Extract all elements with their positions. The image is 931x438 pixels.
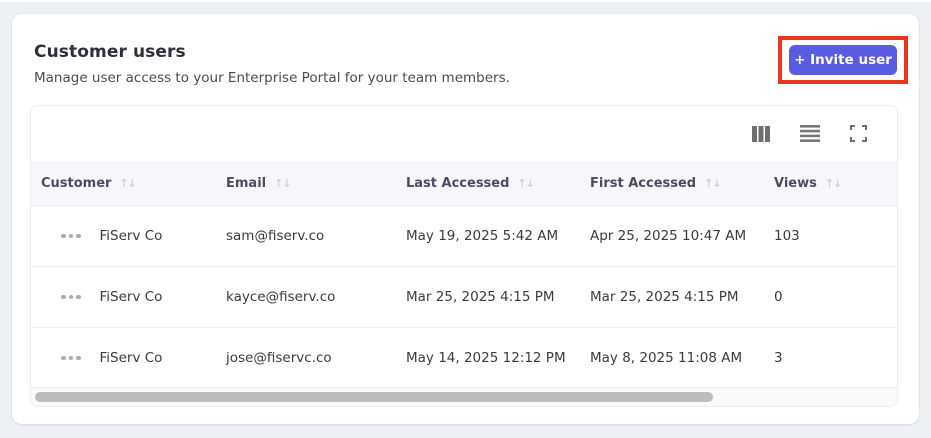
last-accessed-cell: May 19, 2025 5:42 AM — [406, 228, 559, 244]
sort-icon[interactable]: ↑↓ — [274, 177, 291, 190]
density-icon[interactable] — [798, 123, 822, 144]
table-toolbar — [31, 106, 897, 161]
last-accessed-cell: Mar 25, 2025 4:15 PM — [406, 289, 555, 305]
sort-icon[interactable]: ↑↓ — [517, 177, 534, 190]
first-accessed-cell: Mar 25, 2025 4:15 PM — [590, 289, 739, 305]
last-accessed-cell: May 14, 2025 12:12 PM — [406, 350, 566, 366]
table-header-row: Customer ↑↓ Email ↑↓ Last Accessed ↑↓ Fi… — [31, 161, 897, 206]
customer-name: FiServ Co — [99, 289, 163, 305]
email-cell: sam@fiserv.co — [226, 228, 325, 244]
email-cell: kayce@fiserv.co — [226, 289, 336, 305]
columns-icon[interactable] — [750, 124, 772, 144]
row-menu-icon[interactable] — [59, 291, 83, 304]
row-menu-icon[interactable] — [59, 230, 83, 243]
sort-icon[interactable]: ↑↓ — [825, 177, 842, 190]
customer-cell: FiServ Co — [31, 289, 216, 305]
card-header: Customer users Manage user access to you… — [34, 42, 510, 86]
views-cell: 103 — [774, 228, 800, 244]
top-edge-artifact — [0, 0, 931, 2]
customer-cell: FiServ Co — [31, 350, 216, 366]
column-header-email[interactable]: Email ↑↓ — [216, 176, 396, 191]
column-header-first-accessed[interactable]: First Accessed ↑↓ — [580, 176, 764, 191]
scrollbar-thumb[interactable] — [35, 392, 713, 402]
customer-cell: FiServ Co — [31, 228, 216, 244]
first-accessed-cell: May 8, 2025 11:08 AM — [590, 350, 743, 366]
views-cell: 3 — [774, 350, 783, 366]
column-header-views[interactable]: Views ↑↓ — [764, 176, 897, 191]
fullscreen-icon[interactable] — [848, 123, 869, 144]
column-header-customer[interactable]: Customer ↑↓ — [31, 176, 216, 191]
views-cell: 0 — [774, 289, 783, 305]
page-title: Customer users — [34, 42, 186, 62]
page-subtitle: Manage user access to your Enterprise Po… — [34, 70, 510, 86]
horizontal-scrollbar[interactable] — [31, 387, 897, 406]
sort-icon[interactable]: ↑↓ — [119, 177, 136, 190]
table-row[interactable]: FiServ Co jose@fiservc.co May 14, 2025 1… — [31, 328, 897, 389]
invite-user-button[interactable]: + Invite user — [789, 45, 897, 75]
table-row[interactable]: FiServ Co sam@fiserv.co May 19, 2025 5:4… — [31, 206, 897, 267]
customer-name: FiServ Co — [99, 350, 163, 366]
table-row[interactable]: FiServ Co kayce@fiserv.co Mar 25, 2025 4… — [31, 267, 897, 328]
customer-users-card: Customer users Manage user access to you… — [12, 14, 919, 424]
first-accessed-cell: Apr 25, 2025 10:47 AM — [590, 228, 747, 244]
users-table: Customer ↑↓ Email ↑↓ Last Accessed ↑↓ Fi… — [30, 105, 898, 407]
sort-icon[interactable]: ↑↓ — [704, 177, 721, 190]
column-header-last-accessed[interactable]: Last Accessed ↑↓ — [396, 176, 580, 191]
customer-name: FiServ Co — [99, 228, 163, 244]
email-cell: jose@fiservc.co — [226, 350, 332, 366]
row-menu-icon[interactable] — [59, 352, 83, 365]
invite-user-highlight-box: + Invite user — [778, 36, 908, 84]
